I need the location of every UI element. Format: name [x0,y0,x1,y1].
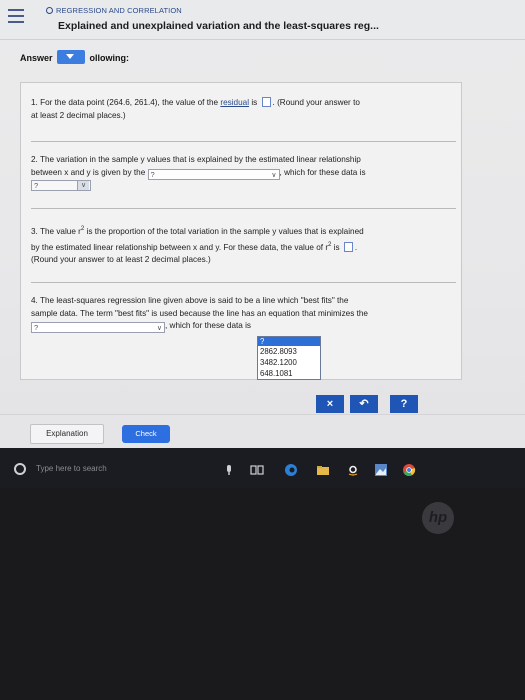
microphone-icon[interactable] [222,463,236,477]
q2-line-2b: , which for these data is [279,167,366,177]
q2-value-select[interactable]: ? ∨ [31,179,91,191]
breadcrumb-text: REGRESSION AND CORRELATION [56,6,182,15]
question-1: 1. For the data point (264.6, 261.4), th… [31,97,456,122]
q3-answer-input[interactable] [343,241,353,252]
q3-line-1a: 3. The value r [31,227,81,236]
q4-quantity-select[interactable]: ? ∨ [31,322,165,333]
q2-quantity-select[interactable]: ? ∨ [147,168,280,180]
q4-select-value: ? [34,323,39,332]
taskbar-search[interactable]: Type here to search [10,460,190,484]
chevron-down-icon: ∨ [77,180,89,190]
chrome-browser-icon[interactable] [402,463,416,477]
q4-line-1: 4. The least-squares regression line giv… [31,296,349,305]
photos-app-icon[interactable] [374,463,388,477]
q2-select-value: ? [150,169,155,179]
clear-button[interactable]: × [316,395,344,413]
taskbar: Type here to search [0,448,525,488]
edge-browser-icon[interactable] [284,463,298,477]
search-placeholder: Type here to search [36,464,107,473]
help-button[interactable]: ? [390,395,418,413]
q4-line-3: , which for these data is [165,321,252,330]
help-icon: ? [400,398,408,410]
option-item[interactable]: 3482.1200 [258,357,320,368]
topic-circle-icon [46,7,53,14]
questions-panel: 1. For the data point (264.6, 261.4), th… [20,82,462,380]
cortana-icon [14,463,26,475]
q4-options-list: ? 2862.8093 3482.1200 648.1081 [257,336,321,380]
chevron-down-icon: ∨ [156,325,162,332]
q1-text-a: 1. For the data point (264.6, 261.4), th… [31,98,221,107]
q2-line-2a: between x and y is given by the [31,167,148,177]
option-item[interactable]: ? [258,337,320,346]
caret-down-icon [66,54,75,59]
divider [31,141,456,142]
bottom-bar: Explanation Check [0,414,525,448]
prompt-row: Answer ollowing: [20,50,129,64]
explanation-button[interactable]: Explanation [30,424,104,444]
q3-line-3: (Round your answer to at least 2 decimal… [31,255,211,264]
q1-answer-input[interactable] [261,97,271,107]
hamburger-menu-icon[interactable] [8,9,24,25]
question-4: 4. The least-squares regression line giv… [31,295,456,333]
file-explorer-icon[interactable] [316,463,330,477]
undo-button[interactable]: ↶ [350,395,378,413]
prompt-dropdown[interactable] [57,50,86,64]
hp-logo-text: hp [428,509,448,526]
q1-text-b: is [249,98,260,107]
task-view-icon[interactable] [250,463,264,477]
question-3: 3. The value r2 is the proportion of the… [31,223,456,267]
q3-line-2b: is [331,242,342,252]
close-icon: × [326,398,334,410]
divider [31,282,456,283]
screen: REGRESSION AND CORRELATION Explained and… [0,0,525,488]
q4-line-2: sample data. The term "best fits" is use… [31,308,368,318]
hp-logo: hp [422,502,454,534]
app-header: REGRESSION AND CORRELATION Explained and… [0,0,525,40]
option-item[interactable]: 648.1081 [258,368,320,379]
chevron-down-icon: ∨ [271,171,277,179]
q1-text-c: . (Round your answer to [272,98,360,107]
undo-icon: ↶ [359,398,369,410]
amazon-app-icon[interactable] [346,463,360,477]
q3-line-2c: . [354,242,358,252]
check-button[interactable]: Check [122,425,170,443]
q1-text-d: at least 2 decimal places.) [31,110,126,120]
q3-line-2a: by the estimated linear relationship bet… [31,242,329,252]
option-item[interactable]: 2862.8093 [258,346,320,357]
page-title: Explained and unexplained variation and … [58,20,379,32]
residual-link[interactable]: residual [220,98,249,107]
question-2: 2. The variation in the sample y values … [31,154,456,192]
q2-line-1: 2. The variation in the sample y values … [31,155,361,164]
divider [31,208,456,209]
q2-select2-value: ? [34,180,39,190]
prompt-right: ollowing: [89,53,130,63]
breadcrumb[interactable]: REGRESSION AND CORRELATION [46,6,182,15]
q3-line-1b: is the proportion of the total variation… [84,227,364,236]
prompt-left: Answer [20,53,53,63]
